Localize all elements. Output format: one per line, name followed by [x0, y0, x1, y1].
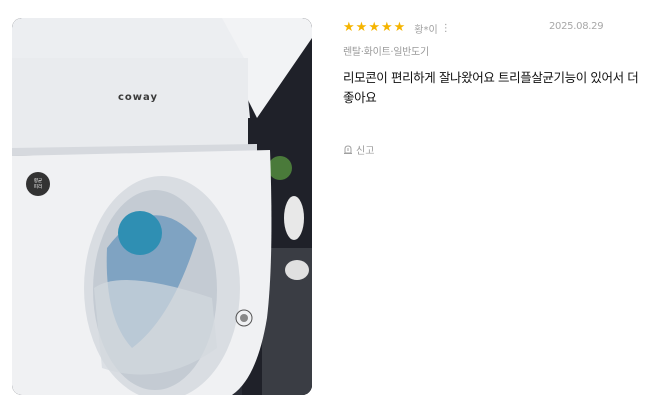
- product-option: 렌탈·화이트·일반도기: [343, 47, 429, 58]
- star-icon: ★: [380, 20, 393, 35]
- siren-icon: [343, 144, 353, 155]
- report-label: 신고: [356, 146, 375, 157]
- svg-text:coway: coway: [118, 92, 158, 103]
- more-options-icon[interactable]: ⋮: [441, 23, 451, 34]
- review-text: 리모콘이 편리하게 잘나왔어요 트리플살균기능이 있어서 더좋아요: [343, 70, 639, 105]
- toilet-photo: coway 향균 피리: [12, 18, 312, 395]
- review-date: 2025.08.29: [549, 21, 604, 32]
- star-icon: ★: [355, 20, 368, 35]
- reviewer-name: 황*이: [414, 24, 438, 36]
- star-icon: ★: [368, 20, 380, 35]
- review-card: coway 향균 피리 ★ ★ ★ ★ ★ 황*이 ⋮ 2025.08.29 렌…: [0, 0, 653, 406]
- star-icon: ★: [393, 20, 406, 35]
- rating-stars: ★ ★ ★ ★ ★: [343, 21, 405, 35]
- svg-text:피리: 피리: [34, 183, 42, 190]
- star-icon: ★: [343, 20, 355, 35]
- review-meta: ★ ★ ★ ★ ★ 황*이 ⋮ 2025.08.29: [343, 18, 643, 38]
- review-content: ★ ★ ★ ★ ★ 황*이 ⋮ 2025.08.29 렌탈·화이트·일반도기 리…: [343, 18, 643, 158]
- review-photo[interactable]: coway 향균 피리: [12, 18, 312, 395]
- svg-text:향균: 향균: [34, 177, 42, 184]
- report-button[interactable]: 신고: [343, 142, 374, 157]
